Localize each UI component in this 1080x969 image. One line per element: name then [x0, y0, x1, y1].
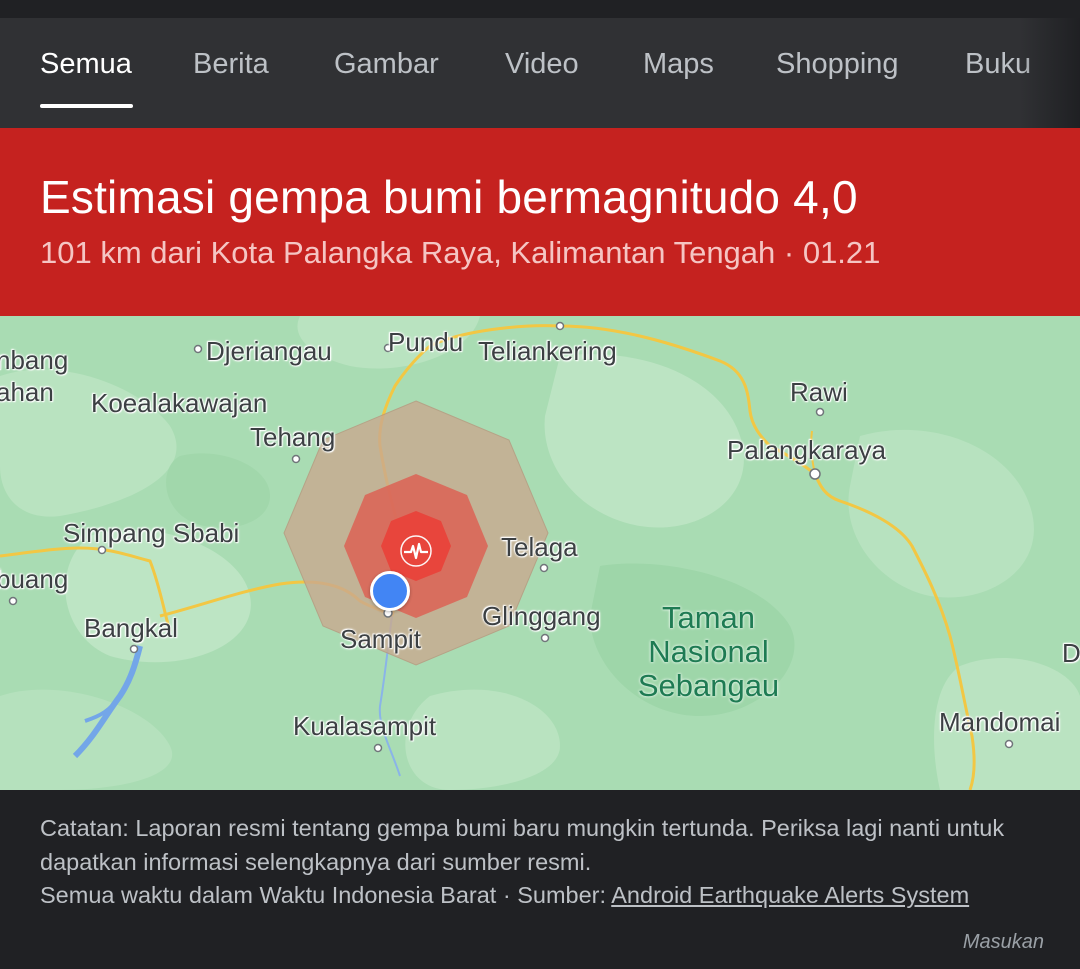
source-link[interactable]: Android Earthquake Alerts System	[611, 882, 969, 908]
tab-gambar[interactable]: Gambar	[334, 48, 439, 81]
place-label-tehang: Tehang	[250, 422, 336, 452]
earthquake-map[interactable]: nbang ahan Djeriangau Pundu Teliankering…	[0, 316, 1080, 790]
status-strip	[0, 0, 1080, 18]
park-label-line-3: Sebangau	[637, 668, 780, 703]
feedback-link[interactable]: Masukan	[963, 931, 1044, 954]
current-location-dot-icon	[370, 571, 410, 611]
tab-shopping[interactable]: Shopping	[776, 48, 899, 81]
place-label-pundu: Pundu	[388, 327, 464, 357]
place-label-teliankering: Teliankering	[478, 336, 617, 366]
disclaimer-text: Catatan: Laporan resmi tentang gempa bum…	[40, 815, 1005, 875]
place-label-sampit: Sampit	[340, 624, 421, 654]
earthquake-subtitle: 101 km dari Kota Palangka Raya, Kalimant…	[40, 235, 881, 270]
disclaimer-note: Catatan: Laporan resmi tentang gempa bum…	[40, 812, 1050, 913]
earthquake-epicenter-icon	[400, 535, 432, 567]
tab-semua[interactable]: Semua	[40, 48, 132, 81]
source-prefix: Semua waktu dalam Waktu Indonesia Barat …	[40, 882, 612, 908]
earthquake-title: Estimasi gempa bumi bermagnitudo 4,0	[40, 171, 858, 223]
tabs-scroll-fade	[1020, 18, 1080, 128]
active-tab-indicator	[40, 104, 133, 108]
place-label-glinggang: Glinggang	[482, 601, 601, 631]
park-label-line-2: Nasional	[648, 634, 769, 669]
park-label-sebangau: Taman Nasional Sebangau	[626, 601, 791, 703]
tab-maps[interactable]: Maps	[643, 48, 714, 81]
place-label-d: D	[1062, 638, 1080, 668]
place-label-simpang-sbabi: Simpang Sbabi	[63, 518, 240, 548]
earthquake-banner[interactable]: Estimasi gempa bumi bermagnitudo 4,0 101…	[0, 128, 1080, 316]
place-label-mandomai: Mandomai	[939, 707, 1061, 737]
place-label-kualasampit: Kualasampit	[293, 711, 437, 741]
tab-video[interactable]: Video	[505, 48, 579, 81]
place-label-rawi: Rawi	[790, 377, 848, 407]
park-label-line-1: Taman	[661, 600, 756, 635]
source-line: Semua waktu dalam Waktu Indonesia Barat …	[40, 879, 1050, 913]
tab-berita[interactable]: Berita	[193, 48, 269, 81]
place-label-palangkaraya: Palangkaraya	[727, 435, 886, 465]
place-label-telaga: Telaga	[501, 532, 578, 562]
place-label-buang: buang	[0, 564, 69, 594]
place-label-nbang: nbang	[0, 345, 69, 375]
place-label-djeriangau: Djeriangau	[206, 336, 332, 366]
place-label-bangkal: Bangkal	[84, 613, 178, 643]
place-label-koealakawajan: Koealakawajan	[91, 388, 268, 418]
search-tabs-bar: Semua Berita Gambar Video Maps Shopping …	[0, 18, 1080, 128]
place-label-ahan: ahan	[0, 377, 54, 407]
info-footer: Catatan: Laporan resmi tentang gempa bum…	[0, 790, 1080, 969]
